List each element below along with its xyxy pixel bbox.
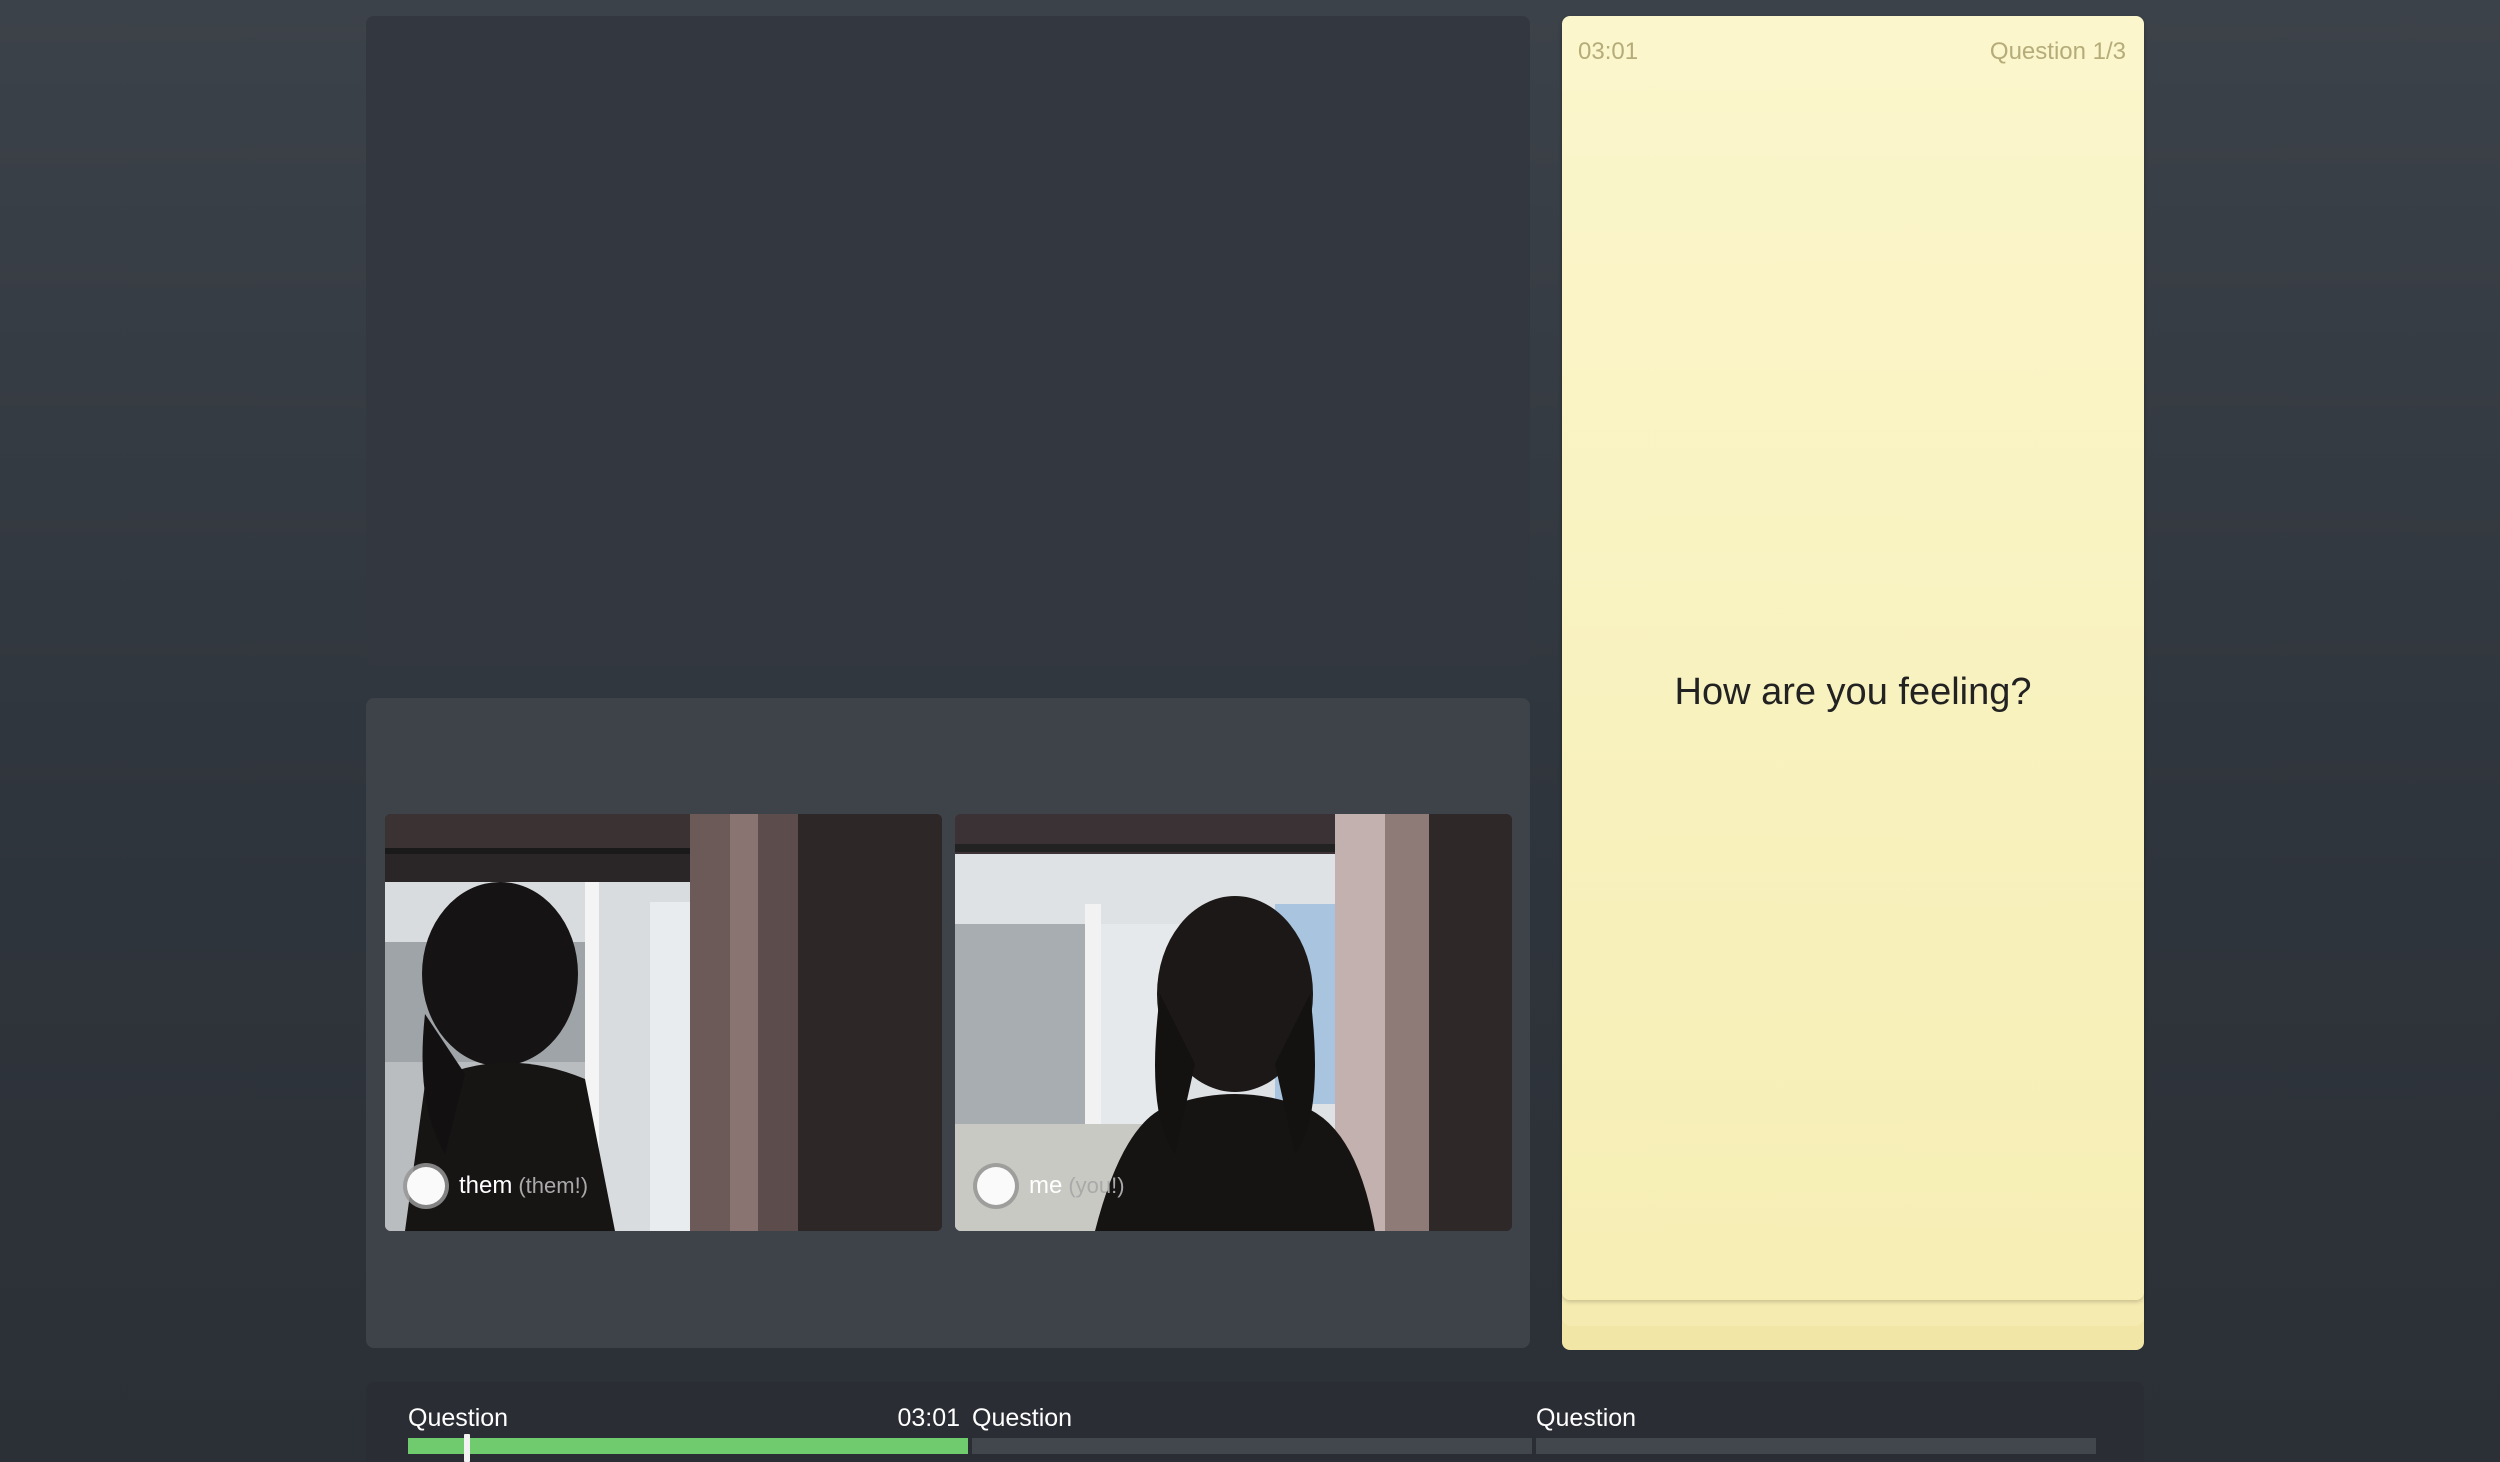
card-timer: 03:01 [1578, 38, 1639, 65]
segment-label: Question [972, 1404, 1073, 1432]
participant-tag: (them!) [518, 1173, 589, 1198]
timeline-segment[interactable]: Question [1536, 1382, 2096, 1462]
segment-progress-track [972, 1438, 1532, 1454]
question-timeline: Question 03:01 Question Question [366, 1382, 2144, 1462]
mute-toggle-button[interactable] [977, 1167, 1015, 1205]
participant-label: me (you!) [977, 1163, 1125, 1209]
mute-toggle-button[interactable] [407, 1167, 445, 1205]
timeline-segment[interactable]: Question 03:01 [408, 1382, 968, 1462]
participant-tag: (you!) [1068, 1173, 1125, 1198]
segment-progress-track [408, 1438, 968, 1454]
timeline-playhead[interactable] [464, 1434, 470, 1462]
segment-progress-fill [408, 1438, 968, 1454]
segment-label: Question [408, 1404, 509, 1432]
participant-label: them (them!) [407, 1163, 588, 1209]
question-card: 03:01 Question 1/3 How are you feeling? [1562, 16, 2144, 1300]
video-tile-me[interactable]: me (you!) [955, 814, 1512, 1231]
participant-name: me [1029, 1172, 1063, 1199]
segment-label: Question [1536, 1404, 1637, 1432]
question-text: How are you feeling? [1674, 671, 2032, 713]
timeline-segment[interactable]: Question [972, 1382, 1532, 1462]
segment-time: 03:01 [897, 1404, 960, 1432]
question-card-stack: 03:01 Question 1/3 How are you feeling? [1562, 16, 2144, 1350]
question-counter: Question 1/3 [1989, 38, 2126, 65]
main-stage-panel [366, 16, 1530, 666]
video-grid-panel: them (them!) me (you!) [366, 698, 1530, 1348]
video-tile-them[interactable]: them (them!) [385, 814, 942, 1231]
segment-progress-track [1536, 1438, 2096, 1454]
participant-name: them [459, 1172, 513, 1199]
